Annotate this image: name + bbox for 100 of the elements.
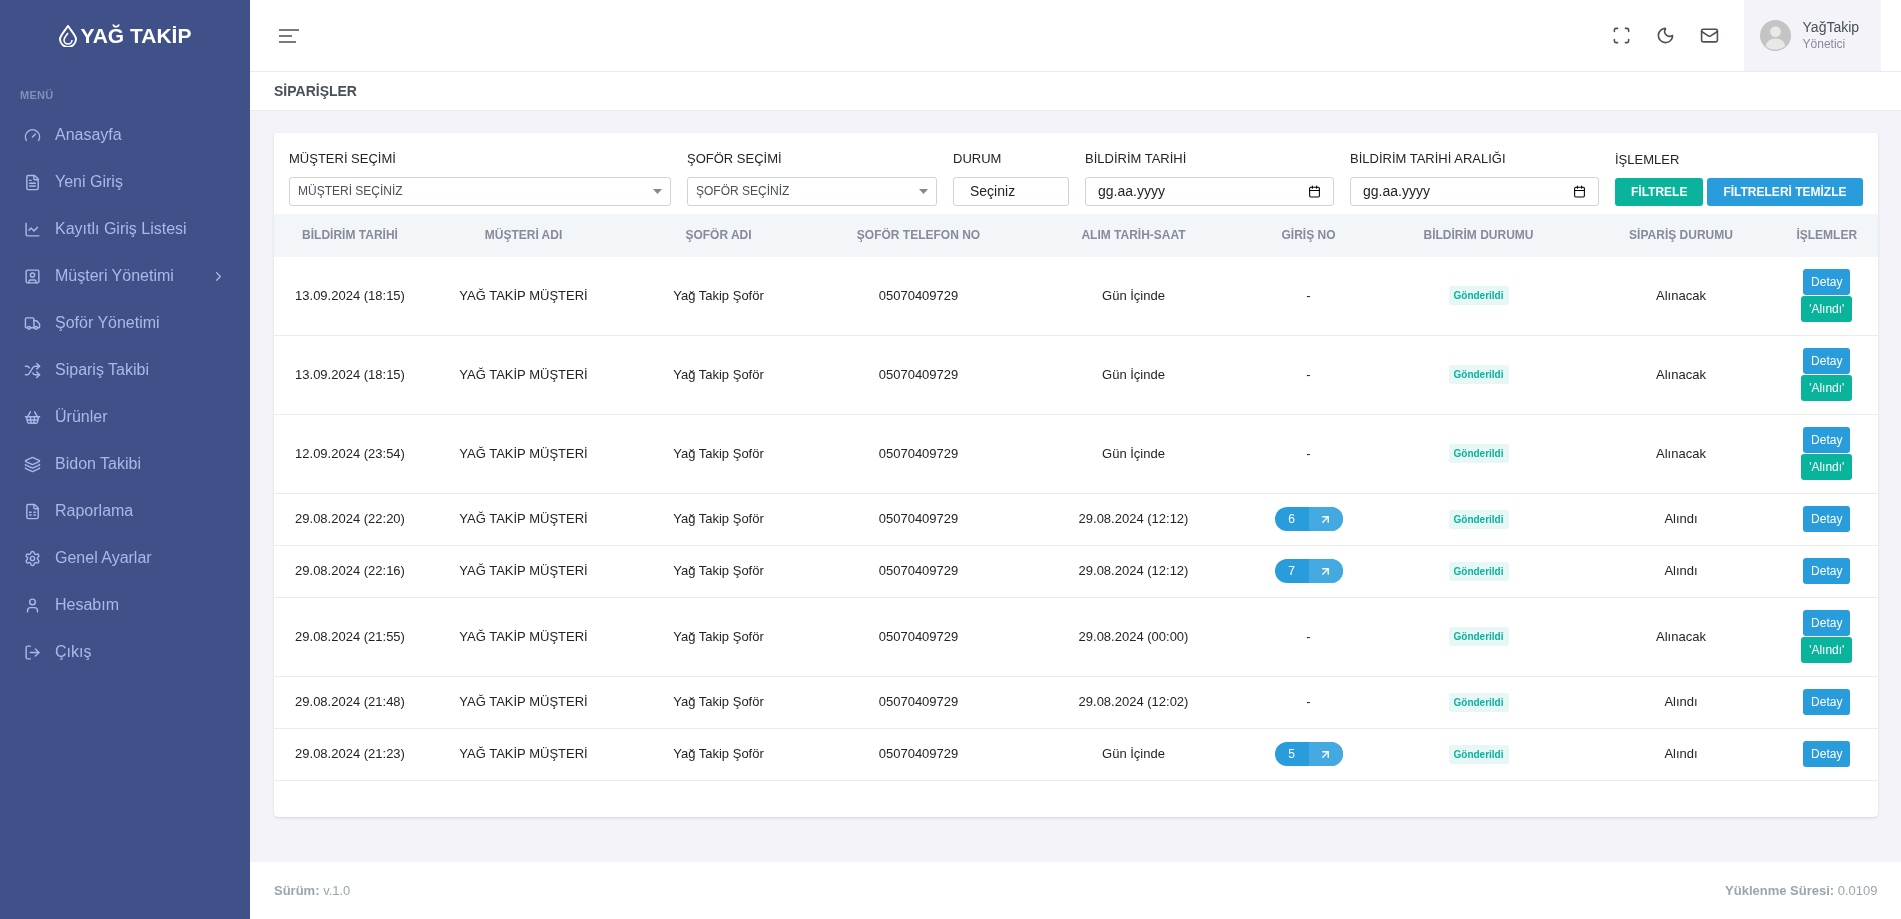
chart-icon [24,220,41,238]
detail-button[interactable]: Detay [1803,741,1851,767]
table-cell-text: Alındı [1664,562,1698,581]
table-cell-text: 05070409729 [878,627,959,646]
contact-icon [24,267,41,285]
filter-label: İŞLEMLER [1615,151,1681,169]
column-header: ALIM TARİH-SAAT [1081,227,1186,244]
table-cell-text: Alınacak [1656,627,1706,646]
entry-link-button[interactable]: 6 [1274,507,1343,531]
filter-button[interactable]: FİLTRELE [1615,177,1704,206]
detail-button[interactable]: Detay [1803,558,1851,584]
detail-button[interactable]: Detay [1803,348,1851,374]
table-cell-text: Yağ Takip Şoför [673,627,764,646]
sidebar-item[interactable]: Ürünler [0,393,250,441]
table-cell-text: Alındı [1664,745,1698,764]
truck-icon [24,314,41,332]
status-badge: Gönderildi [1448,444,1509,463]
detail-button[interactable]: Detay [1803,269,1851,295]
table-cell-text: 05070409729 [878,693,959,712]
column-header: ŞOFÖR TELEFON NO [856,227,981,244]
version-text: Sürüm: v.1.0 [274,881,351,900]
table-cell-text: - [1306,444,1311,463]
sidebar-item[interactable]: Kayıtlı Giriş Listesi [0,205,250,253]
entry-link-button[interactable]: 7 [1274,559,1343,583]
brand-logo: YAĞ TAKİP [80,22,192,49]
received-button[interactable]: 'Alındı' [1801,454,1853,480]
filter-label: ŞOFÖR SEÇİMİ [687,150,783,168]
table-cell-text: 29.08.2024 (00:00) [1078,627,1189,646]
table-cell-text: Alınacak [1656,365,1706,384]
status-badge: Gönderildi [1448,509,1509,529]
table-cell-text: 29.08.2024 (22:16) [295,562,405,581]
detail-button[interactable]: Detay [1803,610,1851,636]
received-button[interactable]: 'Alındı' [1801,637,1853,663]
table-cell-text: 05070409729 [878,286,959,305]
entry-link-button[interactable]: 5 [1274,742,1343,766]
sidebar-item[interactable]: Genel Ayarlar [0,534,250,582]
column-header: MÜŞTERİ ADI [484,227,563,244]
fullscreen-icon[interactable] [1611,26,1631,45]
sidebar-item[interactable]: Çıkış [0,628,250,676]
table-cell-text: Yağ Takip Şoför [673,365,764,384]
table-cell-text: 29.08.2024 (21:23) [295,745,405,764]
column-header: GİRİŞ NO [1281,227,1336,244]
table-cell-text: Yağ Takip Şoför [673,562,764,581]
received-button[interactable]: 'Alındı' [1801,375,1853,401]
column-header: BİLDİRİM TARİHİ [302,227,398,244]
user-icon [24,596,41,614]
detail-button[interactable]: Detay [1803,427,1851,453]
mail-icon[interactable] [1699,26,1719,45]
column-header: İŞLEMLER [1796,227,1858,244]
table-cell-text: 29.08.2024 (12:02) [1078,693,1189,712]
column-header: BİLDİRİM DURUMU [1423,227,1534,244]
table-cell-text: Gün İçinde [1102,745,1165,764]
moon-icon[interactable] [1655,26,1675,45]
status-badge: Gönderildi [1448,692,1509,712]
sidebar-item[interactable]: Bidon Takibi [0,440,250,488]
table-cell-text: 05070409729 [878,510,959,529]
document-icon [24,173,41,191]
load-time-text: Yüklenme Süresi: 0.0109 [1725,881,1878,900]
status-badge: Gönderildi [1448,744,1509,764]
table-cell-text: Yağ Takip Şoför [673,693,764,712]
table-cell-text: Gün İçinde [1102,444,1165,463]
table-cell-text: Yağ Takip Şoför [673,286,764,305]
user-menu[interactable]: YağTakip Yönetici [1743,0,1881,71]
sidebar-item[interactable]: Hesabım [0,581,250,629]
sidebar-item[interactable]: Yeni Giriş [0,158,250,206]
status-badge: Gönderildi [1448,286,1509,305]
status-badge: Gönderildi [1448,561,1509,581]
filter-label: DURUM [953,150,1003,168]
table-cell-text: - [1306,286,1311,305]
select-field[interactable]: ŞOFÖR SEÇİNİZ [687,176,937,206]
sidebar-item[interactable]: Raporlama [0,487,250,535]
select-field[interactable]: MÜŞTERİ SEÇİNİZ [289,176,671,206]
table-cell-text: Alındı [1664,510,1698,529]
detail-button[interactable]: Detay [1803,689,1851,715]
table-cell-text: YAĞ TAKİP MÜŞTERİ [459,627,588,646]
received-button[interactable]: 'Alındı' [1801,296,1853,322]
sidebar-item[interactable]: Müşteri Yönetimi [0,252,250,300]
user-name: YağTakip [1802,19,1860,37]
table-cell-text: 12.09.2024 (23:54) [295,444,405,463]
table-cell-text: - [1306,627,1311,646]
date-field[interactable]: gg.aa.yyyy [1085,176,1334,206]
date-field[interactable]: gg.aa.yyyy [1350,176,1599,206]
menu-icon[interactable] [278,27,300,44]
shuffle-icon [24,361,41,379]
page-title: SİPARİŞLER [274,81,357,101]
status-field[interactable]: Seçiniz [953,176,1069,206]
table-cell-text: 29.08.2024 (12:12) [1078,562,1189,581]
table-cell-text: 05070409729 [878,365,959,384]
sidebar-item[interactable]: Sipariş Takibi [0,346,250,394]
detail-button[interactable]: Detay [1803,506,1851,532]
clear-filters-button[interactable]: FİLTRELERİ TEMİZLE [1707,177,1863,206]
table-cell-text: Yağ Takip Şoför [673,745,764,764]
table-cell-text: Alındı [1664,693,1698,712]
stack-icon [24,455,41,473]
sidebar-item[interactable]: Anasayfa [0,111,250,159]
sidebar-item[interactable]: Şoför Yönetimi [0,299,250,347]
table-cell-text: 29.08.2024 (21:48) [295,693,405,712]
table-cell-text: YAĞ TAKİP MÜŞTERİ [459,286,588,305]
menu-section-title: MENÜ [19,88,55,103]
spreadsheet-icon [24,502,41,520]
